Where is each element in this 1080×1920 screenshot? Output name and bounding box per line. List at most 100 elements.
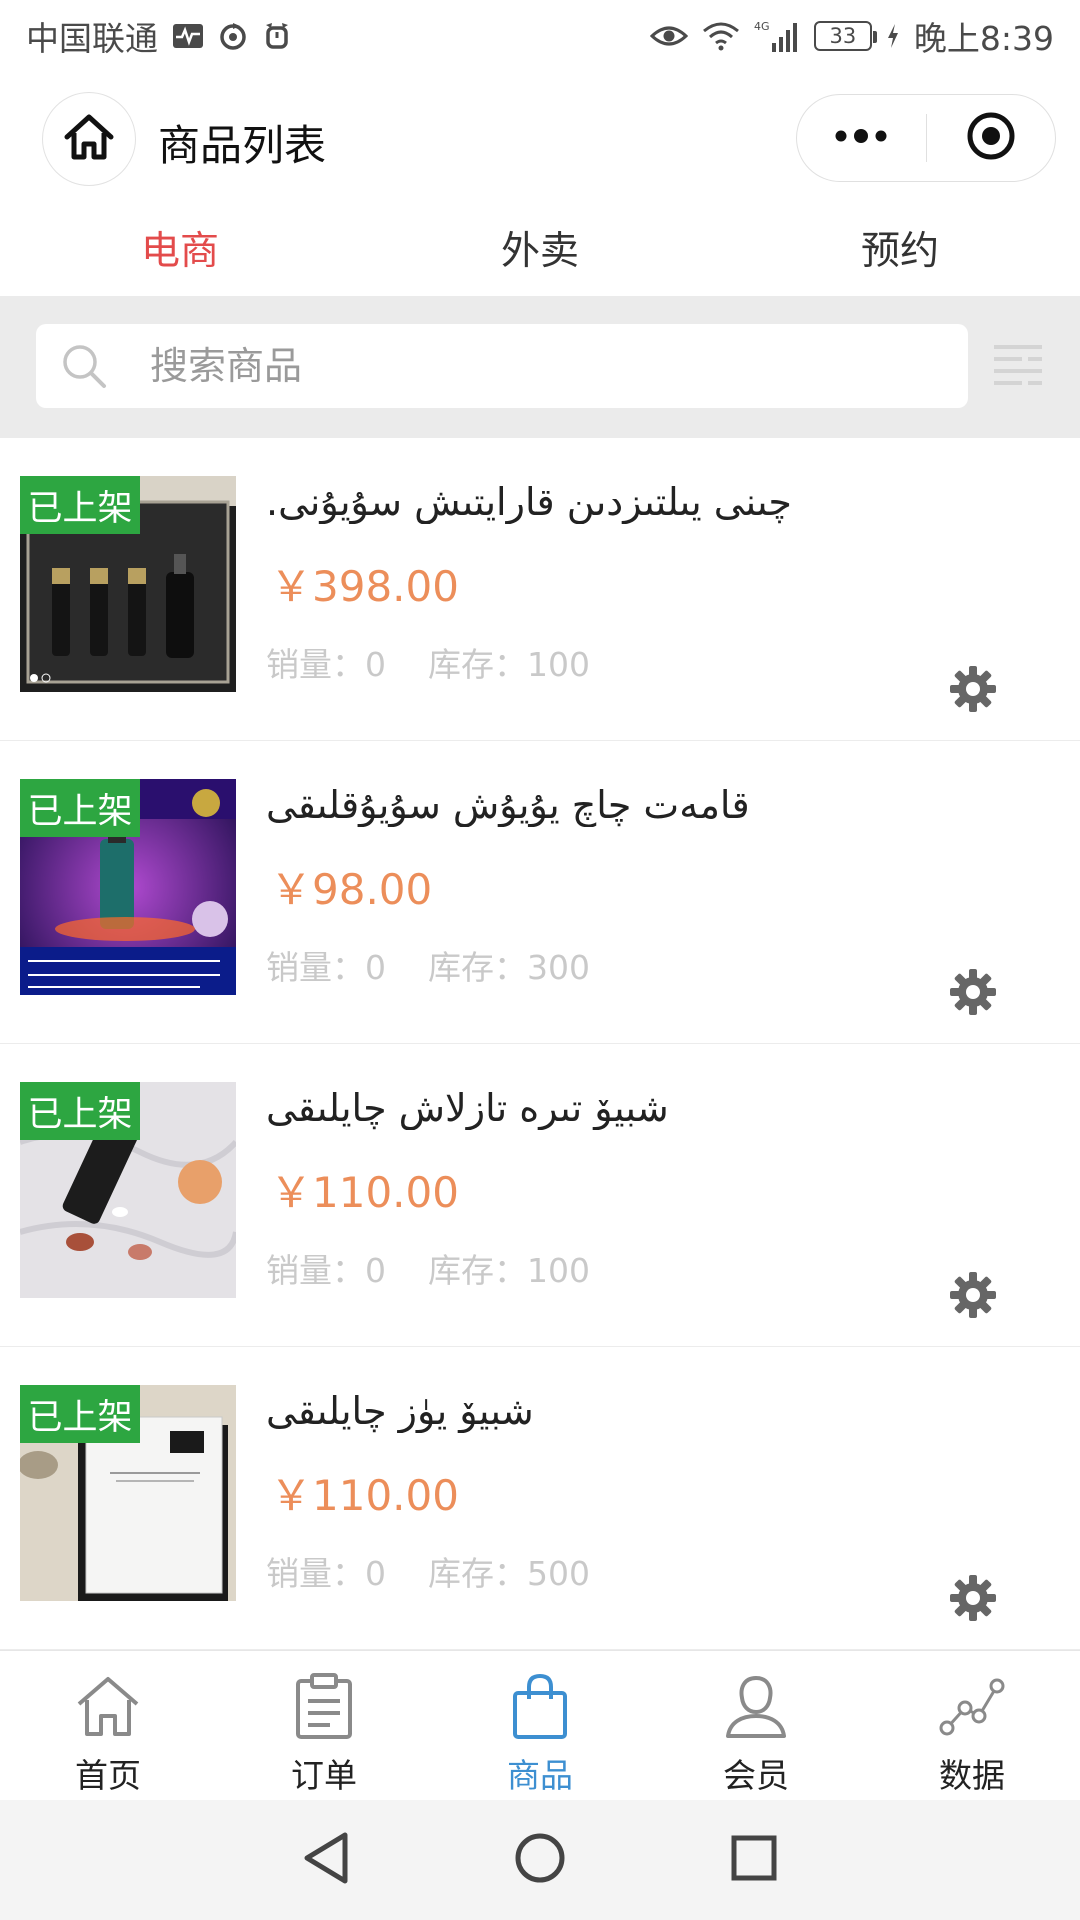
recents-button[interactable] [722,1828,786,1892]
battery-indicator: 33 [813,21,877,51]
product-price: ￥110.00 [270,1471,459,1520]
nav-products-label: 商品 [507,1756,573,1795]
stock-label: 库存： [428,645,527,684]
product-name: شبيۆ تىرە تازلاش چايلىقى [266,1086,669,1130]
signal-icon: 4G [754,19,800,53]
stock-stat: 库存：500 [428,1547,590,1595]
status-badge: 已上架 [20,779,140,837]
sales-value: 0 [365,645,386,684]
stock-label: 库存： [428,1251,527,1290]
stock-value: 500 [527,1554,590,1593]
nav-orders-label: 订单 [291,1756,357,1795]
home-circle-icon [513,1831,567,1889]
alarm-icon [262,21,292,51]
status-badge: 已上架 [20,1385,140,1443]
product-name: چىنى يىلتىزدىن قارايتىش سۇيۇنى. [266,480,792,524]
back-button[interactable] [294,1828,358,1892]
status-badge: 已上架 [20,1082,140,1140]
activity-icon [172,23,204,49]
sales-label: 销量： [266,948,365,987]
category-tabs: 电商 外卖 预约 [0,200,1080,296]
sales-value: 0 [365,1554,386,1593]
search-icon [52,341,116,391]
sales-stat: 销量：0 [266,1547,386,1595]
gear-icon [948,967,998,1021]
line-chart-icon [937,1671,1007,1741]
app-screen: 中国联通 4G 33 晚上8:39 商品列表 电商 外卖 预约 搜索商品 已上架… [0,0,1080,1920]
house-icon [73,1671,143,1741]
sales-value: 0 [365,1251,386,1290]
stock-value: 300 [527,948,590,987]
stock-stat: 库存：100 [428,638,590,686]
settings-button[interactable] [948,1575,998,1625]
user-icon [721,1671,791,1741]
home-icon [63,113,115,165]
product-price: ￥398.00 [270,562,459,611]
stock-label: 库存： [428,1554,527,1593]
stock-value: 100 [527,645,590,684]
stock-stat: 库存：300 [428,941,590,989]
product-image: 已上架 [20,779,236,995]
product-list: 已上架 چىنى يىلتىزدىن قارايتىش سۇيۇنى. ￥398… [0,438,1080,1650]
recents-square-icon [729,1833,779,1887]
product-price: ￥110.00 [270,1168,459,1217]
product-image: 已上架 [20,1385,236,1601]
nav-products[interactable]: 商品 [432,1651,648,1800]
nav-home[interactable]: 首页 [0,1651,216,1800]
nav-data[interactable]: 数据 [864,1651,1080,1800]
list-item[interactable]: 已上架 شبيۆ يۈز چايلىقى ￥110.00 销量：0 库存：500 [0,1347,1080,1650]
target-close-icon [965,110,1017,166]
sales-stat: 销量：0 [266,941,386,989]
search-input[interactable] [116,344,968,388]
product-name: شبيۆ يۈز چايلىقى [266,1389,534,1433]
settings-button[interactable] [948,666,998,716]
back-triangle-icon [301,1831,351,1889]
product-name: قامەت چاچ يۇيۇش سۇيۇقلىقى [266,783,750,827]
list-item[interactable]: 已上架 چىنى يىلتىزدىن قارايتىش سۇيۇنى. ￥398… [0,438,1080,741]
sales-value: 0 [365,948,386,987]
list-item[interactable]: 已上架 شبيۆ تىرە تازلاش چايلىقى ￥110.00 销量：… [0,1044,1080,1347]
mini-program-capsule [796,94,1056,182]
tab-takeout[interactable]: 外卖 [360,200,720,296]
nav-orders[interactable]: 订单 [216,1651,432,1800]
wifi-icon [702,21,740,51]
shopping-bag-icon [505,1671,575,1741]
gear-icon [948,1270,998,1324]
sync-icon [218,21,248,51]
charging-icon [886,23,900,49]
search-box[interactable] [36,324,968,408]
tab-ecommerce[interactable]: 电商 [0,200,360,296]
tab-reservation[interactable]: 预约 [720,200,1080,296]
product-stats: 销量：0 库存：500 [266,1547,590,1595]
home-nav-button[interactable] [508,1828,572,1892]
clock: 晚上8:39 [913,19,1054,58]
product-stats: 销量：0 库存：100 [266,638,590,686]
status-badge: 已上架 [20,476,140,534]
eye-icon [649,23,688,49]
more-button[interactable] [797,95,926,181]
settings-button[interactable] [948,969,998,1019]
carrier-name: 中国联通 [26,19,158,58]
close-button[interactable] [927,95,1056,181]
stock-value: 100 [527,1251,590,1290]
stock-stat: 库存：100 [428,1244,590,1292]
product-price: ￥98.00 [270,865,433,914]
home-button[interactable] [42,92,136,186]
product-stats: 销量：0 库存：100 [266,1244,590,1292]
sales-label: 销量： [266,645,365,684]
more-dots-icon [833,128,889,148]
search-area [0,296,1080,438]
title-bar: 商品列表 [0,86,1080,190]
nav-data-label: 数据 [939,1756,1005,1795]
product-stats: 销量：0 库存：300 [266,941,590,989]
settings-button[interactable] [948,1272,998,1322]
gear-icon [948,1573,998,1627]
clipboard-icon [289,1671,359,1741]
gear-icon [948,664,998,718]
list-item[interactable]: 已上架 قامەت چاچ يۇيۇش سۇيۇقلىقى ￥98.00 销量：… [0,741,1080,1044]
list-menu-icon[interactable] [990,338,1046,394]
nav-members[interactable]: 会员 [648,1651,864,1800]
sales-label: 销量： [266,1251,365,1290]
bottom-tab-bar: 首页 订单 商品 会员 数据 [0,1650,1080,1800]
stock-label: 库存： [428,948,527,987]
